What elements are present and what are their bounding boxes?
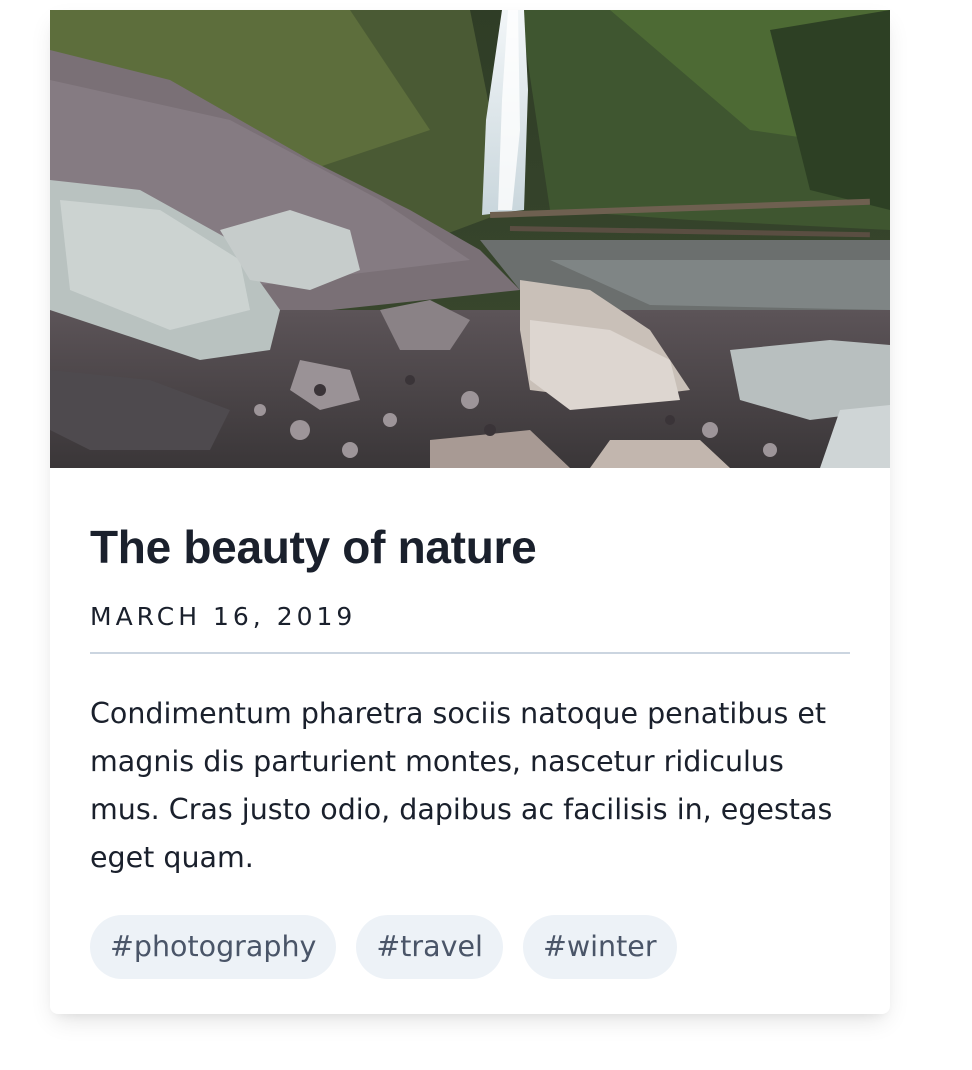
post-title: The beauty of nature: [90, 521, 537, 573]
card-content: The beauty of nature MARCH 16, 2019 Cond…: [50, 520, 890, 979]
hero-image: [50, 10, 890, 468]
tag-list: #photography #travel #winter: [90, 915, 850, 979]
blog-post-card: The beauty of nature MARCH 16, 2019 Cond…: [50, 10, 890, 1014]
divider: [90, 652, 850, 654]
post-excerpt: Condimentum pharetra sociis natoque pena…: [90, 697, 833, 874]
tag-travel[interactable]: #travel: [356, 915, 503, 979]
post-date: MARCH 16, 2019: [90, 602, 357, 631]
tag-winter[interactable]: #winter: [522, 915, 677, 979]
tag-photography[interactable]: #photography: [90, 915, 337, 979]
